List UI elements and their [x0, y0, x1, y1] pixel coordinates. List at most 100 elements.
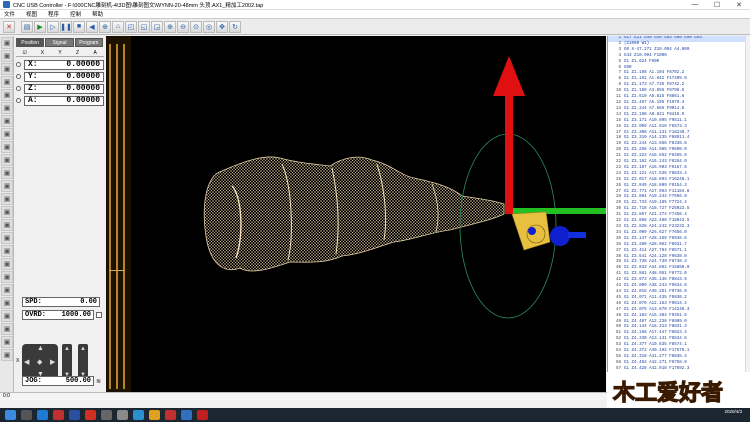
jog-z-up-icon[interactable]: ▲ [64, 346, 70, 352]
3d-viewport[interactable] [132, 36, 606, 392]
play-icon[interactable]: ▶ [34, 20, 46, 33]
view-iso-icon[interactable]: ◲ [151, 20, 163, 33]
taskbar-app-icon[interactable] [181, 410, 192, 420]
tool-icon-9[interactable]: ▣ [1, 141, 13, 153]
taskbar-app-icon[interactable] [133, 410, 144, 420]
gcode-listing[interactable]: 1 G17 G21 G40 G49 G54 G80 G90 G94 2 (G1000 … [607, 36, 750, 372]
home-icon[interactable]: ⌂ [112, 20, 124, 33]
pause-icon[interactable]: ❚❚ [60, 20, 72, 33]
maximize-button[interactable]: ☐ [706, 0, 728, 10]
jog-field[interactable]: JOG: 500.00 [22, 376, 94, 386]
tool-icon-19[interactable]: ▣ [1, 271, 13, 283]
coord-header-check[interactable]: ☑ [16, 50, 34, 56]
goto-zero-icon[interactable]: ⊕ [99, 20, 111, 33]
menu-program[interactable]: 程序 [48, 10, 59, 18]
axis-z-radio[interactable] [16, 86, 21, 91]
taskbar-app-icon[interactable] [69, 410, 80, 420]
close-button[interactable]: ✕ [728, 0, 750, 10]
tool-icon-5[interactable]: ▣ [1, 89, 13, 101]
view-top-icon[interactable]: ◰ [125, 20, 137, 33]
tool-icon-13[interactable]: ▣ [1, 193, 13, 205]
gcode-scrollbar[interactable] [745, 36, 750, 372]
ovrd-field[interactable]: OVRD: 1000.00 [22, 310, 94, 320]
tool-icon-15[interactable]: ▣ [1, 219, 13, 231]
tool-icon-20[interactable]: ▣ [1, 284, 13, 296]
tool-icon-25[interactable]: ▣ [1, 349, 13, 361]
jog-a-up-icon[interactable]: ▲ [80, 346, 86, 352]
axis-a-radio[interactable] [16, 98, 21, 103]
jog-center-button[interactable]: ◆ [37, 358, 42, 366]
tool-icon-21[interactable]: ▣ [1, 297, 13, 309]
tool-icon-10[interactable]: ▣ [1, 154, 13, 166]
gcode-line-text: G1 Z3.187 A16.903 F9167.8 [624, 165, 687, 170]
tool-icon-24[interactable]: ▣ [1, 336, 13, 348]
taskbar-app-icon[interactable] [117, 410, 128, 420]
taskbar-app-icon[interactable] [37, 410, 48, 420]
tool-icon-7[interactable]: ▣ [1, 115, 13, 127]
jog-up-button[interactable]: ▲ [37, 345, 44, 352]
rewind-icon[interactable]: ◀ [86, 20, 98, 33]
taskbar-app-icon[interactable] [53, 410, 64, 420]
tab-signal[interactable]: Signal [45, 38, 74, 47]
tool-icon-3[interactable]: ▣ [1, 63, 13, 75]
ovrd-checkbox[interactable] [96, 312, 102, 318]
taskbar-app-icon[interactable] [21, 410, 32, 420]
tab-program[interactable]: Program [74, 38, 103, 47]
zoom-in-icon[interactable]: ⊕ [164, 20, 176, 33]
taskbar-app-icon[interactable] [85, 410, 96, 420]
jog-right-button[interactable]: ▶ [50, 358, 55, 366]
reset-icon[interactable]: ✕ [3, 20, 15, 33]
tool-icon-8[interactable]: ▣ [1, 128, 13, 140]
open-file-icon[interactable]: ▤ [21, 20, 33, 33]
minimize-button[interactable]: — [684, 0, 706, 10]
clock-date: 2020/4/3 [724, 409, 742, 414]
jog-a-buttons[interactable]: ▲ ▼ [78, 344, 88, 380]
tool-icon-18[interactable]: ▣ [1, 258, 13, 270]
tool-icon-22[interactable]: ▣ [1, 310, 13, 322]
tool-icon-6[interactable]: ▣ [1, 102, 13, 114]
gcode-line-text: G1 Z3.833 A34.862 F15858.0 [624, 266, 690, 271]
spd-field[interactable]: SPD: 0.00 [22, 297, 100, 307]
zoom-window-icon[interactable]: ◎ [203, 20, 215, 33]
tool-icon-11[interactable]: ▣ [1, 167, 13, 179]
gcode-line-text: G1 Z4.015 A39.251 F9736.8 [624, 289, 687, 294]
jog-z-buttons[interactable]: ▲ ▼ [62, 344, 72, 380]
tool-icon-14[interactable]: ▣ [1, 206, 13, 218]
tool-icon-12[interactable]: ▣ [1, 180, 13, 192]
ruler-line [116, 44, 118, 389]
jog-left-button[interactable]: ◀ [24, 358, 29, 366]
step-icon[interactable]: ▷ [47, 20, 59, 33]
brand-logo-text: 木工爱好者 [612, 380, 723, 406]
tool-icon-17[interactable]: ▣ [1, 245, 13, 257]
view-front-icon[interactable]: ◱ [138, 20, 150, 33]
menu-view[interactable]: 视图 [26, 10, 37, 18]
taskbar-clock[interactable]: 2020/4/3 [724, 409, 742, 415]
menu-help[interactable]: 帮助 [92, 10, 103, 18]
start-icon[interactable] [5, 410, 16, 420]
axis-y-display[interactable]: Y: 0.00000 [24, 71, 104, 82]
tab-position[interactable]: Position [16, 38, 45, 47]
axis-x-display[interactable]: X: 0.00000 [24, 59, 104, 70]
axis-x-radio[interactable] [16, 62, 21, 67]
axis-a-display[interactable]: A: 0.00000 [24, 95, 104, 106]
tool-icon-2[interactable]: ▣ [1, 50, 13, 62]
menu-file[interactable]: 文件 [4, 10, 15, 18]
zoom-out-icon[interactable]: ⊖ [177, 20, 189, 33]
tool-icon-4[interactable]: ▣ [1, 76, 13, 88]
gcode-line-text: G1 Z4.183 A15.384 F9451.6 [624, 313, 687, 318]
taskbar-app-icon[interactable] [197, 410, 208, 420]
tool-icon-23[interactable]: ▣ [1, 323, 13, 335]
stop-icon[interactable]: ■ [73, 20, 85, 33]
tool-icon-16[interactable]: ▣ [1, 232, 13, 244]
axis-z-display[interactable]: Z: 0.00000 [24, 83, 104, 94]
jog-expand-icon[interactable]: ≋ [96, 378, 101, 385]
rotate-icon[interactable]: ↻ [229, 20, 241, 33]
zoom-fit-icon[interactable]: ⊙ [190, 20, 202, 33]
pan-icon[interactable]: ✥ [216, 20, 228, 33]
taskbar-app-icon[interactable] [149, 410, 160, 420]
taskbar-app-icon[interactable] [165, 410, 176, 420]
menu-control[interactable]: 控制 [70, 10, 81, 18]
axis-y-radio[interactable] [16, 74, 21, 79]
tool-icon-1[interactable]: ▣ [1, 37, 13, 49]
taskbar-app-icon[interactable] [101, 410, 112, 420]
